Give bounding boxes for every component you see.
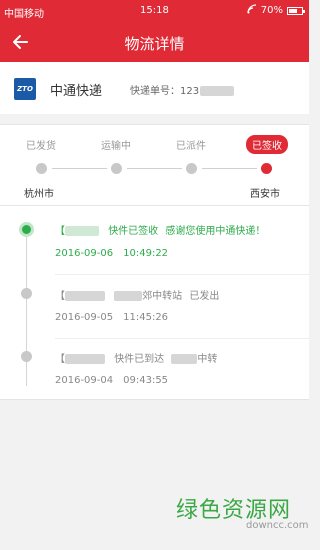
event-timestamp: 2016-09-04 09:43:55 <box>55 375 169 386</box>
tracking-label: 快递单号：123 <box>130 86 200 97</box>
timeline-dot <box>21 351 32 362</box>
tracking-timeline: 【 快件已签收 感谢您使用中通快递！ 2016-09-06 10:49:22 【 … <box>0 206 309 400</box>
step-shipped: 已发货 <box>26 141 56 152</box>
step-dot <box>111 163 122 174</box>
page-title: 物流详情 <box>124 35 185 53</box>
timeline-dot-active <box>19 222 34 237</box>
redacted-text <box>200 86 235 96</box>
status-bar: 中国移动 15:18 70% <box>0 0 309 22</box>
step-dispatched: 已派件 <box>176 141 206 152</box>
zto-logo: ZTO <box>14 78 36 100</box>
origin-city: 杭州市 <box>24 189 54 200</box>
destination-city: 西安市 <box>250 189 280 200</box>
timeline-dot <box>21 288 32 299</box>
carrier-name: 中国移动 <box>4 9 44 20</box>
event-timestamp: 2016-09-05 11:45:26 <box>55 312 169 323</box>
step-connector <box>52 168 107 169</box>
event-message: 【 快件已签收 感谢您使用中通快递！ <box>55 226 266 237</box>
clock: 15:18 <box>140 5 169 16</box>
carrier-title: 中通快递 <box>50 84 103 99</box>
carrier-info: ZTO 中通快递 快递单号：123 <box>0 62 309 114</box>
timeline-line <box>26 226 27 386</box>
step-dot-active <box>261 163 272 174</box>
battery-icon <box>287 6 305 15</box>
divider <box>55 274 309 275</box>
step-dot <box>186 163 197 174</box>
step-connector <box>202 168 257 169</box>
step-dot <box>36 163 47 174</box>
event-message: 【 快件已到达 中转 <box>55 354 218 365</box>
app-bar: 物流详情 <box>0 22 309 62</box>
divider <box>55 338 309 339</box>
tracking-number: 快递单号：123 <box>130 82 235 97</box>
watermark: 绿色资源网 downcc.com <box>176 492 309 531</box>
step-connector <box>127 168 182 169</box>
event-message: 【 郊中转站 已发出 <box>55 291 220 302</box>
step-in-transit: 运输中 <box>101 141 131 152</box>
watermark-url: downcc.com <box>246 520 309 531</box>
wifi-icon <box>247 4 257 17</box>
step-signed: 已签收 <box>246 135 288 154</box>
shipment-progress: 已发货 运输中 已派件 已签收 杭州市 西安市 <box>0 124 309 206</box>
battery-percent: 70% <box>260 5 283 16</box>
event-timestamp: 2016-09-06 10:49:22 <box>55 248 169 259</box>
